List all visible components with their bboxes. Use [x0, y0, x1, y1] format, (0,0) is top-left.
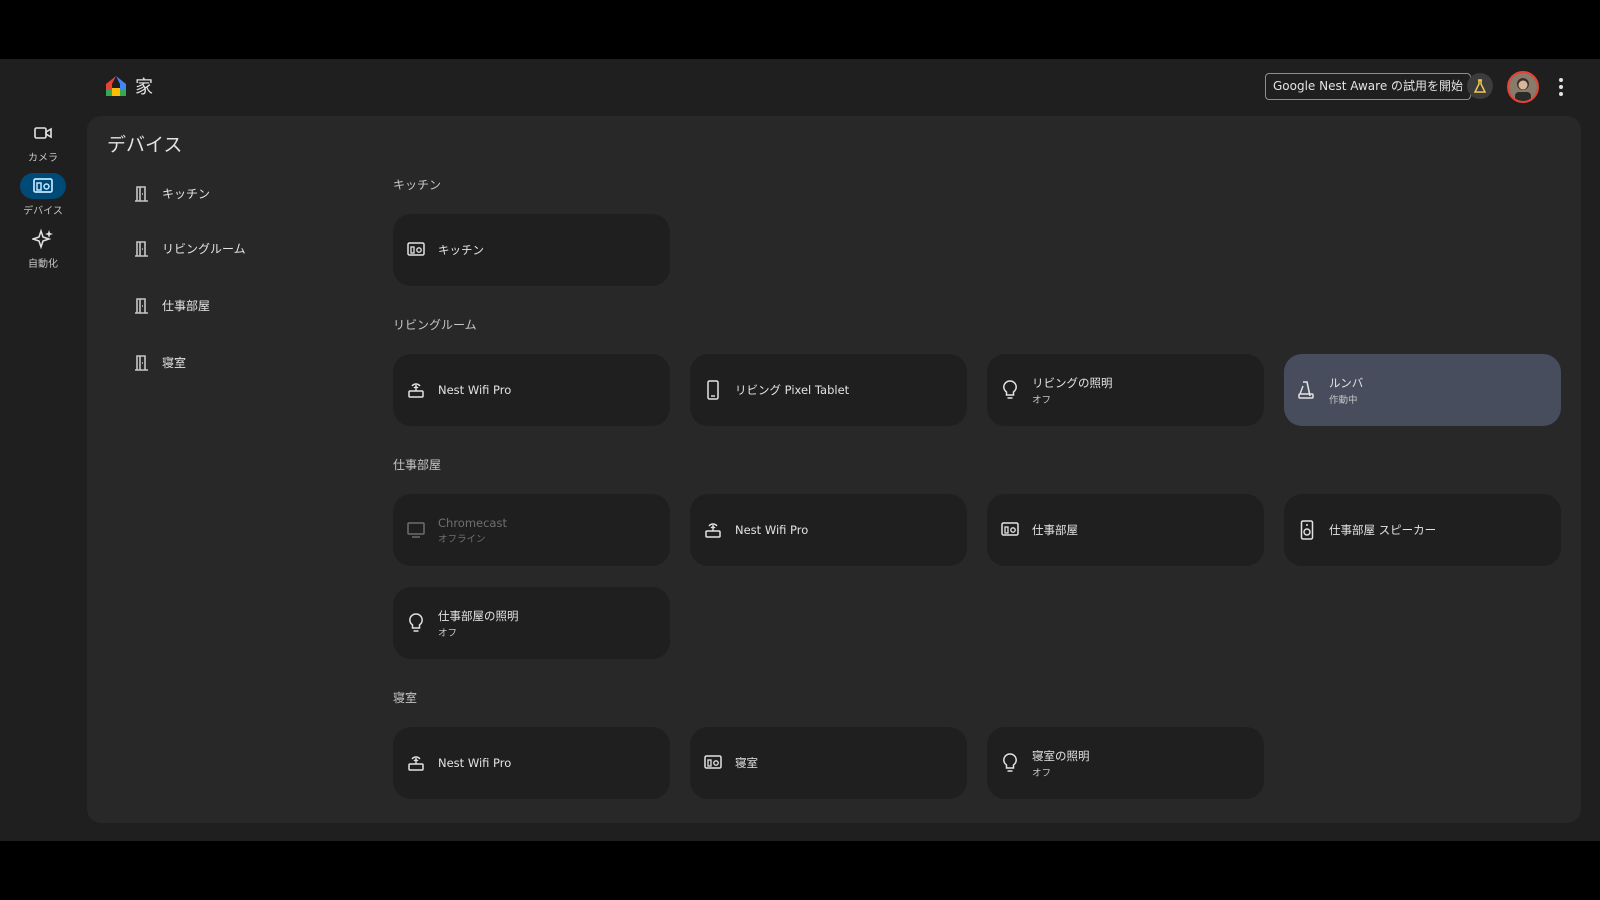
speaker-group-icon	[406, 240, 426, 260]
section-heading-bedroom: 寝室	[393, 691, 418, 705]
device-status: オフライン	[438, 533, 486, 545]
room-nav-label: 仕事部屋	[162, 299, 211, 313]
device-tile-chromecast[interactable]: Chromecast オフライン	[393, 494, 670, 566]
device-status: オフ	[1032, 394, 1052, 406]
device-name: Nest Wifi Pro	[735, 523, 809, 537]
router-icon	[703, 520, 723, 540]
rail-label: 自動化	[28, 259, 58, 270]
room-door-icon	[135, 240, 149, 257]
app-title: 家	[135, 77, 153, 98]
room-nav-item-bedroom[interactable]: 寝室	[135, 354, 186, 371]
rail-item-automation[interactable]: 自動化	[16, 226, 70, 270]
account-avatar[interactable]	[1507, 71, 1539, 103]
room-nav-item-living-room[interactable]: リビングルーム	[135, 240, 246, 257]
device-tile-living-pixel-tablet[interactable]: リビング Pixel Tablet	[690, 354, 967, 426]
automation-sparkle-icon	[20, 226, 66, 252]
device-name: Chromecast	[438, 515, 507, 530]
device-tile-bedroom-group[interactable]: 寝室	[690, 727, 967, 799]
speaker-icon	[1297, 520, 1317, 540]
tv-icon	[406, 520, 426, 540]
router-icon	[406, 753, 426, 773]
device-name: Nest Wifi Pro	[438, 383, 512, 397]
room-nav-label: キッチン	[162, 187, 211, 201]
device-tile-roomba[interactable]: ルンバ 作動中	[1284, 354, 1561, 426]
room-nav-label: リビングルーム	[162, 242, 246, 256]
section-heading-living-room: リビングルーム	[393, 318, 477, 332]
device-tile-office-speaker[interactable]: 仕事部屋 スピーカー	[1284, 494, 1561, 566]
google-home-logo-icon[interactable]	[104, 74, 128, 98]
device-tile-living-light[interactable]: リビングの照明 オフ	[987, 354, 1264, 426]
room-nav-item-kitchen[interactable]: キッチン	[135, 185, 210, 202]
room-door-icon	[135, 185, 149, 202]
room-nav-item-office[interactable]: 仕事部屋	[135, 297, 210, 314]
section-heading-kitchen: キッチン	[393, 178, 442, 192]
device-tile-office-group[interactable]: 仕事部屋	[987, 494, 1264, 566]
page-title: デバイス	[107, 134, 183, 156]
labs-flask-icon[interactable]	[1467, 73, 1493, 99]
lightbulb-icon	[406, 613, 426, 633]
device-name: リビングの照明	[1032, 375, 1113, 390]
lightbulb-icon	[1000, 753, 1020, 773]
room-door-icon	[135, 354, 149, 371]
speaker-group-icon	[1000, 520, 1020, 540]
devices-panel: デバイス キッチン リビングルーム 仕事部屋 寝室 キッチン キッチン リビング…	[87, 116, 1581, 823]
device-name: 仕事部屋 スピーカー	[1329, 523, 1437, 537]
room-nav-label: 寝室	[162, 356, 187, 370]
lightbulb-icon	[1000, 380, 1020, 400]
rail-item-devices[interactable]: デバイス	[16, 173, 70, 217]
device-name: 仕事部屋	[1032, 523, 1078, 537]
section-heading-office: 仕事部屋	[393, 458, 442, 472]
device-status: オフ	[1032, 767, 1052, 779]
device-name: ルンバ	[1329, 375, 1364, 390]
device-name: Nest Wifi Pro	[438, 756, 512, 770]
router-icon	[406, 380, 426, 400]
vacuum-icon	[1297, 380, 1317, 400]
device-name: リビング Pixel Tablet	[735, 383, 850, 397]
room-door-icon	[135, 297, 149, 314]
speaker-group-icon	[703, 753, 723, 773]
device-name: キッチン	[438, 243, 484, 257]
tablet-icon	[703, 380, 723, 400]
device-status: 作動中	[1329, 394, 1358, 406]
camera-icon	[20, 120, 66, 146]
top-bar: 家 Google Nest Aware の試用を開始	[0, 59, 1600, 115]
device-status: オフ	[438, 627, 458, 639]
nest-aware-trial-button[interactable]: Google Nest Aware の試用を開始	[1265, 73, 1472, 100]
device-tile-bedroom-light[interactable]: 寝室の照明 オフ	[987, 727, 1264, 799]
device-name: 寝室	[735, 756, 758, 770]
devices-icon	[20, 173, 66, 199]
device-name: 仕事部屋の照明	[438, 608, 519, 623]
device-tile-living-wifi[interactable]: Nest Wifi Pro	[393, 354, 670, 426]
device-tile-office-wifi[interactable]: Nest Wifi Pro	[690, 494, 967, 566]
more-options-icon[interactable]	[1553, 75, 1569, 99]
device-tile-kitchen-group[interactable]: キッチン	[393, 214, 670, 286]
google-home-app: 家 Google Nest Aware の試用を開始 カメラ デバイス 自動化 …	[0, 59, 1600, 841]
device-name: 寝室の照明	[1032, 748, 1090, 763]
rail-item-camera[interactable]: カメラ	[16, 120, 70, 164]
device-tile-bedroom-wifi[interactable]: Nest Wifi Pro	[393, 727, 670, 799]
device-tile-office-light[interactable]: 仕事部屋の照明 オフ	[393, 587, 670, 659]
rail-label: デバイス	[23, 206, 63, 217]
rail-label: カメラ	[28, 153, 58, 164]
